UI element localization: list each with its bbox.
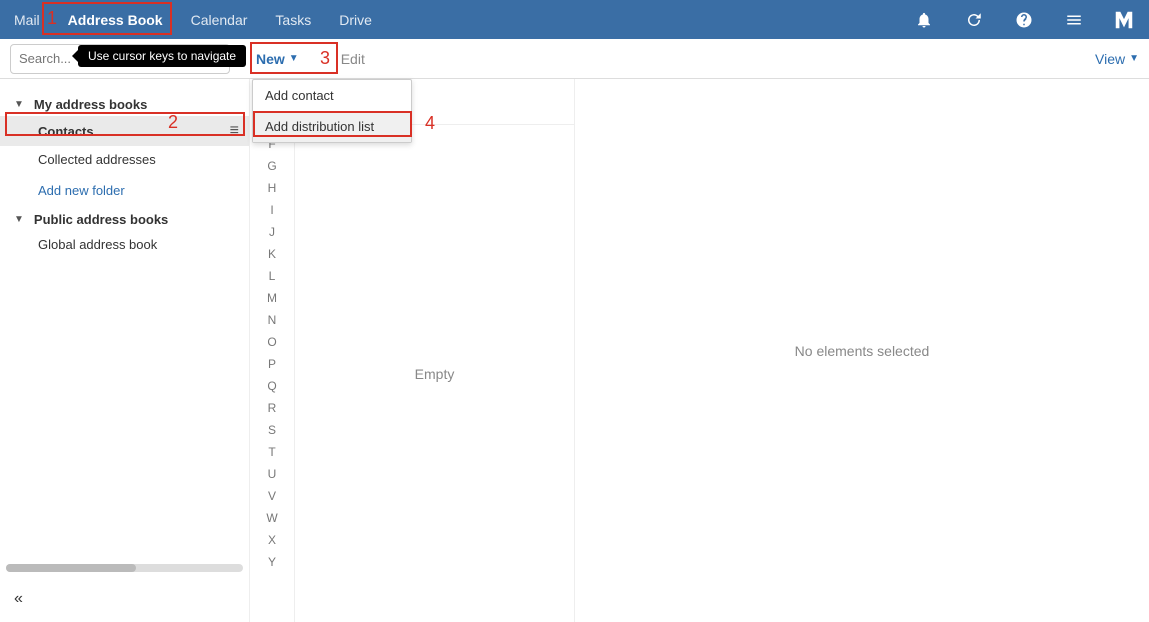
alpha-letter[interactable]: R bbox=[250, 397, 294, 419]
view-button-label: View bbox=[1095, 51, 1125, 67]
alpha-letter[interactable]: X bbox=[250, 529, 294, 551]
alpha-letter[interactable]: W bbox=[250, 507, 294, 529]
app-logo-icon[interactable] bbox=[1099, 0, 1149, 39]
alpha-letter[interactable]: Q bbox=[250, 375, 294, 397]
view-button[interactable]: View ▼ bbox=[1095, 51, 1139, 67]
top-bar: Mail Address Book Calendar Tasks Drive bbox=[0, 0, 1149, 39]
menu-icon[interactable] bbox=[1049, 0, 1099, 39]
help-icon[interactable] bbox=[999, 0, 1049, 39]
sidebar-header-public-books[interactable]: ▼ Public address books bbox=[0, 208, 249, 231]
dropdown-add-distribution-list[interactable]: Add distribution list bbox=[253, 111, 411, 142]
tab-tasks[interactable]: Tasks bbox=[261, 0, 325, 39]
alpha-letter[interactable]: V bbox=[250, 485, 294, 507]
caret-down-icon: ▼ bbox=[14, 214, 24, 225]
alpha-letter[interactable]: N bbox=[250, 309, 294, 331]
refresh-icon[interactable] bbox=[949, 0, 999, 39]
bell-icon[interactable] bbox=[899, 0, 949, 39]
alpha-letter[interactable]: O bbox=[250, 331, 294, 353]
main-area: ▼ My address books Contacts ≡ Collected … bbox=[0, 79, 1149, 622]
alpha-letter[interactable]: H bbox=[250, 177, 294, 199]
alpha-letter[interactable]: I bbox=[250, 199, 294, 221]
alpha-letter[interactable]: J bbox=[250, 221, 294, 243]
edit-button[interactable]: Edit bbox=[335, 47, 371, 71]
sidebar-item-label: Contacts bbox=[38, 124, 94, 139]
alpha-letter[interactable]: T bbox=[250, 441, 294, 463]
sidebar-item-contacts[interactable]: Contacts ≡ bbox=[0, 116, 249, 146]
alpha-letter[interactable]: G bbox=[250, 155, 294, 177]
caret-down-icon: ▼ bbox=[14, 99, 24, 110]
top-right-icons bbox=[899, 0, 1149, 39]
alpha-letter[interactable]: U bbox=[250, 463, 294, 485]
sidebar-item-collected[interactable]: Collected addresses bbox=[0, 146, 249, 173]
caret-down-icon: ▼ bbox=[289, 53, 299, 64]
add-new-folder-link[interactable]: Add new folder bbox=[0, 173, 249, 208]
item-menu-icon[interactable]: ≡ bbox=[230, 122, 239, 140]
detail-pane: No elements selected bbox=[575, 79, 1149, 622]
sidebar-header-label: My address books bbox=[34, 97, 147, 112]
new-button-label: New bbox=[256, 51, 285, 67]
alpha-index: D E F G H I J K L M N O P Q R S T U V W … bbox=[250, 79, 295, 622]
alpha-letter[interactable]: Y bbox=[250, 551, 294, 573]
dropdown-add-contact[interactable]: Add contact bbox=[253, 80, 411, 111]
tab-mail[interactable]: Mail bbox=[0, 0, 54, 39]
collapse-sidebar-icon[interactable]: « bbox=[14, 590, 23, 608]
search-tooltip: Use cursor keys to navigate bbox=[78, 45, 246, 67]
alpha-letter[interactable]: M bbox=[250, 287, 294, 309]
sidebar-item-global[interactable]: Global address book bbox=[0, 231, 249, 258]
tab-drive[interactable]: Drive bbox=[325, 0, 386, 39]
alpha-letter[interactable]: L bbox=[250, 265, 294, 287]
contact-list-column: Contacts Empty bbox=[295, 79, 575, 622]
alpha-letter[interactable]: K bbox=[250, 243, 294, 265]
sidebar: ▼ My address books Contacts ≡ Collected … bbox=[0, 79, 250, 622]
sidebar-scrollbar[interactable] bbox=[6, 564, 243, 572]
caret-down-icon: ▼ bbox=[1129, 53, 1139, 64]
tab-calendar[interactable]: Calendar bbox=[177, 0, 262, 39]
tab-address-book[interactable]: Address Book bbox=[54, 0, 177, 39]
top-tabs: Mail Address Book Calendar Tasks Drive bbox=[0, 0, 386, 39]
detail-empty-text: No elements selected bbox=[795, 343, 930, 359]
sidebar-header-my-books[interactable]: ▼ My address books bbox=[0, 93, 249, 116]
new-dropdown: Add contact Add distribution list bbox=[252, 79, 412, 143]
alpha-letter[interactable]: S bbox=[250, 419, 294, 441]
sidebar-header-label: Public address books bbox=[34, 212, 168, 227]
alpha-letter[interactable]: P bbox=[250, 353, 294, 375]
new-button[interactable]: New ▼ bbox=[250, 47, 305, 71]
contact-list-empty: Empty bbox=[295, 125, 574, 622]
